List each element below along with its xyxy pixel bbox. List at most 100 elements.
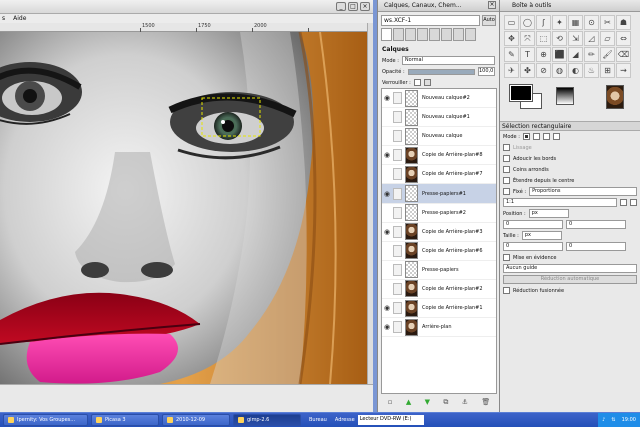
layer-row[interactable]: Nouveau calque: [382, 127, 496, 147]
guide-dropdown[interactable]: Aucun guide: [503, 264, 637, 273]
close-icon[interactable]: ×: [488, 1, 496, 9]
chain-icon[interactable]: [393, 111, 402, 124]
taskbar-button[interactable]: 2010-12-09: [162, 414, 230, 426]
tool-icon[interactable]: ⟲: [552, 31, 567, 46]
tool-icon[interactable]: T: [520, 47, 535, 62]
lock-alpha-checkbox[interactable]: [413, 79, 421, 86]
tool-icon[interactable]: ⊞: [600, 63, 615, 78]
raise-icon[interactable]: ▲: [406, 398, 411, 406]
tool-icon[interactable]: 🖌: [600, 47, 615, 62]
tool-icon[interactable]: ◍: [552, 63, 567, 78]
foreground-color-swatch[interactable]: [509, 84, 533, 102]
tool-icon[interactable]: ⊙: [584, 15, 599, 30]
tab-brush-icon[interactable]: [441, 28, 452, 41]
tool-icon[interactable]: ◐: [568, 63, 583, 78]
maximize-icon[interactable]: □: [348, 2, 358, 11]
eye-icon[interactable]: [382, 112, 392, 122]
tool-icon[interactable]: ⊕: [536, 47, 551, 62]
tool-icon[interactable]: ⊘: [536, 63, 551, 78]
menu-item-help[interactable]: Aide: [13, 14, 26, 23]
layer-row[interactable]: Presse-papiers: [382, 261, 496, 280]
taskbar-button[interactable]: gimp-2.6: [233, 414, 301, 426]
fixe-checkbox[interactable]: [503, 188, 510, 195]
tool-icon[interactable]: ✏: [584, 47, 599, 62]
mode-subtract-icon[interactable]: [542, 133, 550, 140]
tab-paths-icon[interactable]: [405, 28, 416, 41]
layer-row[interactable]: ◉ Nouveau calque#2: [382, 89, 496, 109]
chain-icon[interactable]: [393, 168, 402, 181]
taille-unit-dropdown[interactable]: px: [521, 231, 562, 240]
mode-replace-icon[interactable]: [522, 133, 530, 140]
minimize-icon[interactable]: _: [336, 2, 346, 11]
eye-icon[interactable]: ◉: [382, 93, 392, 103]
chain-icon[interactable]: [393, 321, 402, 334]
eye-icon[interactable]: [382, 169, 392, 179]
menu-item-tools[interactable]: s: [2, 14, 5, 23]
duplicate-icon[interactable]: ⧉: [443, 398, 448, 407]
chain-icon[interactable]: [393, 225, 402, 238]
chain-icon[interactable]: [393, 130, 402, 143]
tab-palette-icon[interactable]: [465, 28, 476, 41]
tab-layers-icon[interactable]: [381, 28, 392, 41]
tool-icon[interactable]: ▱: [600, 31, 615, 46]
tool-icon[interactable]: ⬚: [536, 31, 551, 46]
mode-dropdown[interactable]: Normal: [401, 56, 495, 65]
image-selector-dropdown[interactable]: ws.XCF-1: [381, 14, 480, 26]
position-unit-dropdown[interactable]: px: [528, 209, 569, 218]
position-x-input[interactable]: 0: [503, 220, 563, 229]
vertical-scrollbar[interactable]: [367, 23, 373, 384]
gradient-swatch[interactable]: [556, 87, 574, 105]
address-field[interactable]: Lecteur DVD-RW (E:): [357, 415, 424, 425]
adoucir-checkbox[interactable]: [503, 155, 510, 162]
size-width-input[interactable]: 0: [503, 242, 563, 251]
tool-icon[interactable]: ⤧: [520, 31, 535, 46]
ratio-input[interactable]: 1:1: [503, 198, 617, 207]
bureau-link[interactable]: Bureau: [309, 417, 327, 423]
eye-icon[interactable]: [382, 131, 392, 141]
layer-row[interactable]: ◉ Copie de Arrière-plan#1: [382, 299, 496, 319]
tool-icon[interactable]: ◿: [584, 31, 599, 46]
eye-icon[interactable]: ◉: [382, 227, 392, 237]
chain-icon[interactable]: [393, 282, 402, 295]
tool-icon[interactable]: ✥: [504, 31, 519, 46]
chain-icon[interactable]: [393, 244, 402, 257]
eye-icon[interactable]: [382, 265, 392, 275]
fusion-checkbox[interactable]: [503, 287, 510, 294]
tool-icon[interactable]: ʃ: [536, 15, 551, 30]
tool-icon[interactable]: ✈: [504, 63, 519, 78]
lower-icon[interactable]: ▼: [425, 398, 430, 406]
chain-icon[interactable]: [393, 149, 402, 162]
eye-icon[interactable]: [382, 246, 392, 256]
new-layer-icon[interactable]: ▫: [388, 398, 393, 406]
clock[interactable]: 19:00: [622, 417, 636, 423]
toolbox-titlebar[interactable]: Boîte à outils: [500, 0, 640, 12]
tool-icon[interactable]: ☗: [616, 15, 631, 30]
network-icon[interactable]: ⇅: [611, 417, 615, 423]
layer-row[interactable]: ◉ Arrière-plan: [382, 318, 496, 338]
taskbar-button[interactable]: Picasa 3: [91, 414, 159, 426]
opacity-value[interactable]: 100,0: [478, 67, 495, 76]
layer-row[interactable]: ◉ Copie de Arrière-plan#8: [382, 146, 496, 166]
eye-icon[interactable]: [382, 284, 392, 294]
tool-icon[interactable]: ◯: [520, 15, 535, 30]
mode-intersect-icon[interactable]: [552, 133, 560, 140]
layers-dock-titlebar[interactable]: Calques, Canaux, Chem... ×: [378, 0, 499, 12]
mise-checkbox[interactable]: [503, 254, 510, 261]
layer-row[interactable]: Copie de Arrière-plan#7: [382, 165, 496, 185]
landscape-icon[interactable]: [630, 199, 637, 206]
opacity-slider[interactable]: [407, 68, 475, 75]
layer-list[interactable]: ◉ Nouveau calque#2 Nouveau calque#1 Nouveau…: [381, 88, 497, 394]
lissage-checkbox[interactable]: [503, 144, 510, 151]
layer-row[interactable]: Copie de Arrière-plan#2: [382, 280, 496, 300]
tool-icon[interactable]: ✎: [504, 47, 519, 62]
chain-icon[interactable]: [393, 206, 402, 219]
tool-icon[interactable]: ⇝: [616, 63, 631, 78]
layer-row[interactable]: Nouveau calque#1: [382, 108, 496, 128]
eye-icon[interactable]: [382, 208, 392, 218]
horizontal-ruler[interactable]: 1500 1750 2000: [0, 23, 367, 32]
tab-channels-icon[interactable]: [393, 28, 404, 41]
tab-gradient-icon[interactable]: [453, 28, 464, 41]
tool-icon[interactable]: ⌫: [616, 47, 631, 62]
image-canvas[interactable]: [0, 32, 367, 384]
tool-icon[interactable]: ✦: [552, 15, 567, 30]
